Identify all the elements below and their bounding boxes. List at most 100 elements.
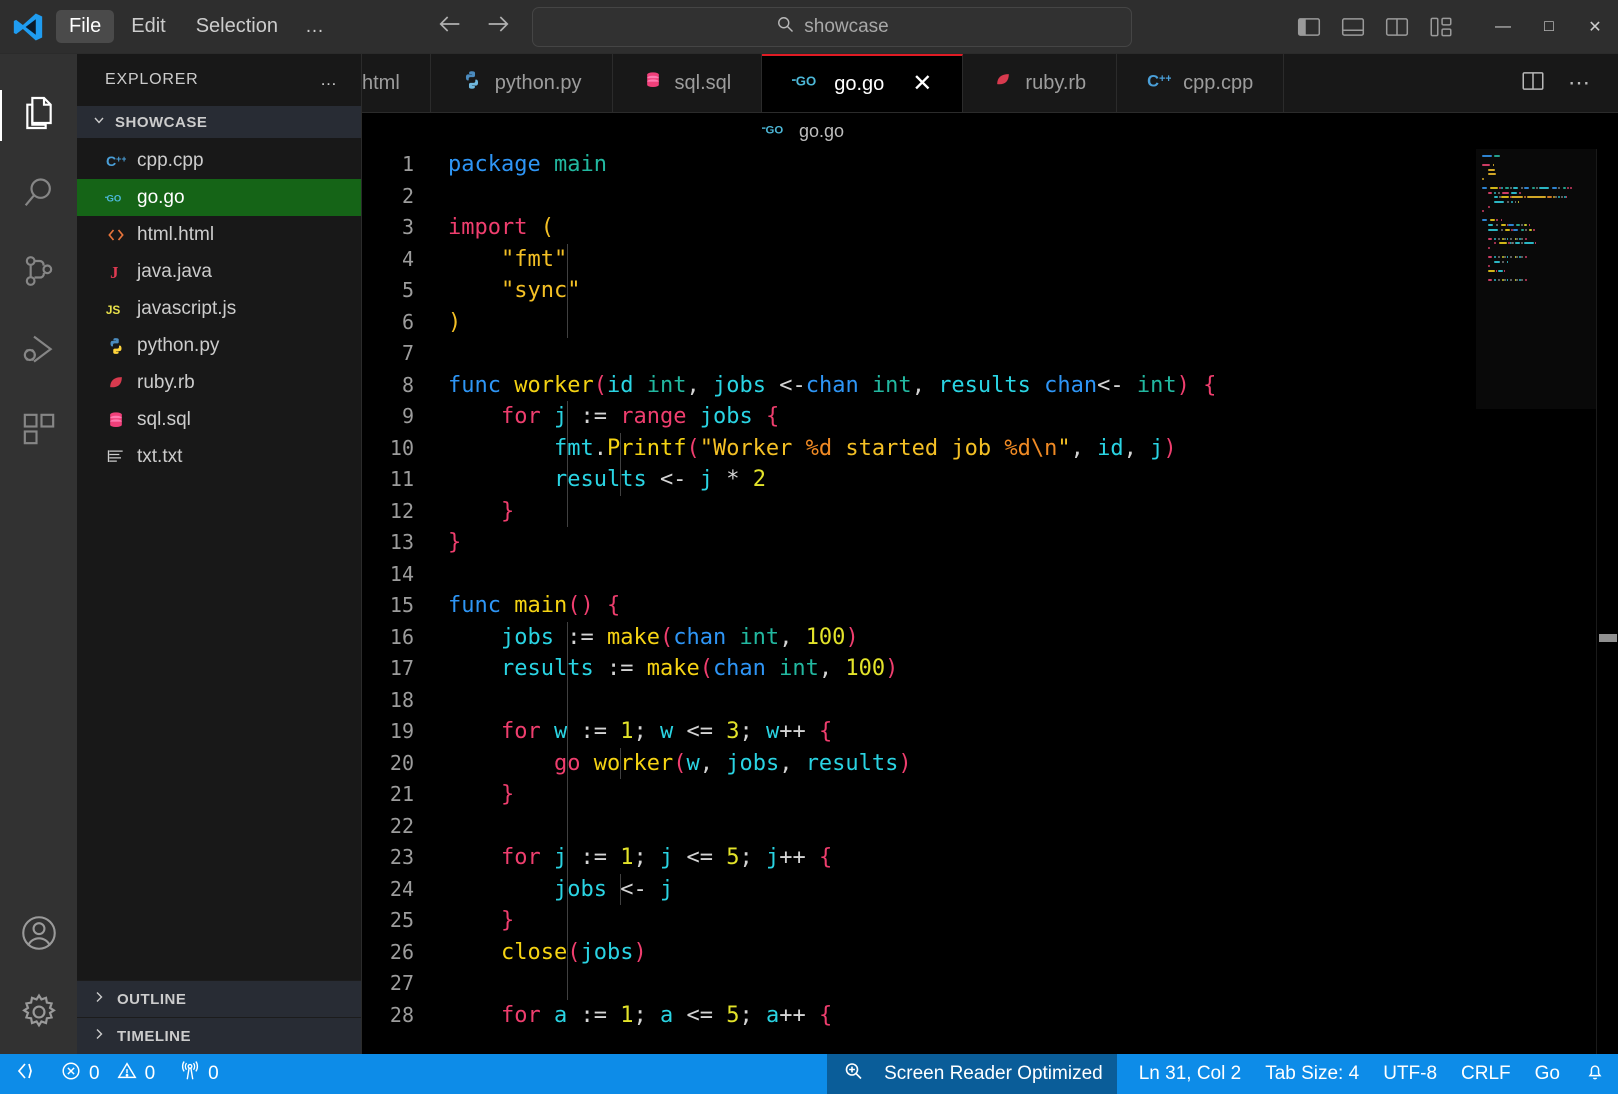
file-row-go[interactable]: GO go.go <box>77 179 361 216</box>
activity-item-explorer[interactable] <box>0 76 77 155</box>
ports-count: 0 <box>208 1063 219 1084</box>
language-mode[interactable]: Go <box>1523 1054 1572 1094</box>
minimize-button[interactable]: — <box>1480 0 1526 54</box>
problems-indicator[interactable]: 0 0 <box>48 1054 167 1094</box>
minimap-slider[interactable] <box>1476 149 1596 409</box>
tab-label: sql.sql <box>674 71 732 94</box>
remote-window-indicator[interactable] <box>0 1054 48 1094</box>
maximize-button[interactable]: □ <box>1526 0 1572 54</box>
file-label: javascript.js <box>137 297 237 319</box>
file-row-javascript[interactable]: JS javascript.js <box>77 290 361 327</box>
code-line: for w := 1; w <= 3; w++ { <box>500 719 833 744</box>
code-editor[interactable]: 1 2 3 4 5 6 7 8 9 10 11 12 13 14 15 16 17 18 19 20 21 22 23 24 2… <box>362 149 1618 1054</box>
chevron-down-icon <box>91 112 107 132</box>
activity-item-accounts[interactable] <box>0 896 77 975</box>
code-line: results <- j * 2 <box>553 467 766 492</box>
code-line: jobs <- j <box>553 876 674 902</box>
code-line: for j := range jobs { <box>500 404 780 429</box>
svg-text:GO: GO <box>796 74 816 89</box>
editor-vertical-scrollbar[interactable] <box>1596 149 1618 1054</box>
tab-label: go.go <box>834 72 885 95</box>
screen-reader-mode-indicator[interactable]: Screen Reader Optimized <box>827 1054 1117 1094</box>
close-button[interactable]: ✕ <box>1572 0 1618 54</box>
close-icon[interactable]: ✕ <box>912 72 932 96</box>
ellipsis-icon[interactable]: ⋯ <box>1568 70 1592 96</box>
code-line: "fmt" <box>500 246 568 272</box>
file-row-ruby[interactable]: ruby.rb <box>77 364 361 401</box>
indent-guide <box>620 747 621 779</box>
toggle-secondary-sidebar-icon[interactable] <box>1382 12 1412 42</box>
java-file-icon: J <box>105 262 127 282</box>
arrow-right-icon[interactable] <box>484 10 512 43</box>
line-number-gutter: 1 2 3 4 5 6 7 8 9 10 11 12 13 14 15 16 17 18 19 20 21 22 23 24 2… <box>362 149 422 1054</box>
file-row-txt[interactable]: txt.txt <box>77 438 361 475</box>
sidebar-section-timeline[interactable]: TIMELINE <box>77 1017 361 1054</box>
line-number: 5 <box>401 278 414 302</box>
file-row-python[interactable]: python.py <box>77 327 361 364</box>
search-icon <box>19 172 59 217</box>
code-line: ) <box>448 309 462 335</box>
code-line: } <box>500 908 515 933</box>
menu-file[interactable]: File <box>56 10 115 43</box>
tab-go[interactable]: GO go.go ✕ <box>762 54 964 112</box>
line-number: 11 <box>389 467 414 491</box>
toggle-panel-icon[interactable] <box>1338 12 1368 42</box>
activity-item-settings[interactable] <box>0 975 77 1054</box>
menu-selection[interactable]: Selection <box>183 10 291 43</box>
line-number: 17 <box>389 656 414 680</box>
vscode-window: File Edit Selection … showcase — □ ✕ EXP… <box>0 0 1618 1094</box>
customize-layout-icon[interactable] <box>1426 12 1456 42</box>
tab-size[interactable]: Tab Size: 4 <box>1253 1054 1371 1094</box>
file-row-cpp[interactable]: C ++ cpp.cpp <box>77 142 361 179</box>
command-center-search[interactable]: showcase <box>532 7 1132 47</box>
file-row-sql[interactable]: sql.sql <box>77 401 361 438</box>
menu-edit[interactable]: Edit <box>118 10 178 43</box>
line-number: 18 <box>389 687 414 712</box>
end-of-line[interactable]: CRLF <box>1449 1054 1523 1094</box>
folder-header-showcase[interactable]: SHOWCASE <box>77 106 361 138</box>
sidebar-section-outline[interactable]: OUTLINE <box>77 980 361 1017</box>
activity-item-search[interactable] <box>0 155 77 234</box>
notifications-bell[interactable] <box>1572 1054 1618 1094</box>
code-content[interactable]: package main import ( "fmt" "sync") func… <box>422 149 1618 1054</box>
indent-guide <box>620 873 621 905</box>
tab-ruby[interactable]: ruby.rb <box>963 54 1118 112</box>
line-number: 1 <box>401 152 414 176</box>
tab-html[interactable]: html <box>362 54 431 112</box>
activity-item-source-control[interactable] <box>0 234 77 313</box>
code-line: "sync" <box>500 278 581 303</box>
arrow-left-icon[interactable] <box>436 10 464 43</box>
menu-bar: File Edit Selection … <box>56 10 336 43</box>
line-number: 4 <box>401 246 414 271</box>
code-line: close(jobs) <box>500 939 647 965</box>
code-line: package main <box>448 152 607 177</box>
tab-cpp[interactable]: C ++ cpp.cpp <box>1117 54 1285 112</box>
go-file-icon: GO <box>105 190 127 206</box>
menu-more[interactable]: … <box>295 11 336 43</box>
ellipsis-icon[interactable]: … <box>320 70 339 90</box>
svg-text:GO: GO <box>766 124 784 136</box>
titlebar-right: — □ ✕ <box>1294 0 1618 54</box>
file-row-html[interactable]: html.html <box>77 216 361 253</box>
toggle-primary-sidebar-icon[interactable] <box>1294 12 1324 42</box>
ruby-file-icon <box>993 70 1013 96</box>
activity-item-run-debug[interactable] <box>0 313 77 392</box>
svg-text:++: ++ <box>1159 73 1171 85</box>
tab-python[interactable]: python.py <box>431 54 613 112</box>
tab-sql[interactable]: sql.sql <box>613 54 763 112</box>
sidebar-title: EXPLORER <box>105 71 199 88</box>
line-number: 13 <box>389 530 414 554</box>
indent-guide <box>567 621 568 1000</box>
encoding[interactable]: UTF-8 <box>1371 1054 1449 1094</box>
breadcrumb-file[interactable]: go.go <box>799 121 844 142</box>
line-number: 27 <box>389 971 414 995</box>
line-number: 3 <box>401 215 414 239</box>
cursor-position[interactable]: Ln 31, Col 2 <box>1117 1054 1253 1094</box>
python-file-icon <box>105 336 127 356</box>
file-label: go.go <box>137 186 185 208</box>
activity-item-extensions[interactable] <box>0 392 77 471</box>
split-editor-icon[interactable] <box>1520 68 1546 99</box>
file-row-java[interactable]: J java.java <box>77 253 361 290</box>
ports-indicator[interactable]: 0 <box>167 1054 231 1094</box>
